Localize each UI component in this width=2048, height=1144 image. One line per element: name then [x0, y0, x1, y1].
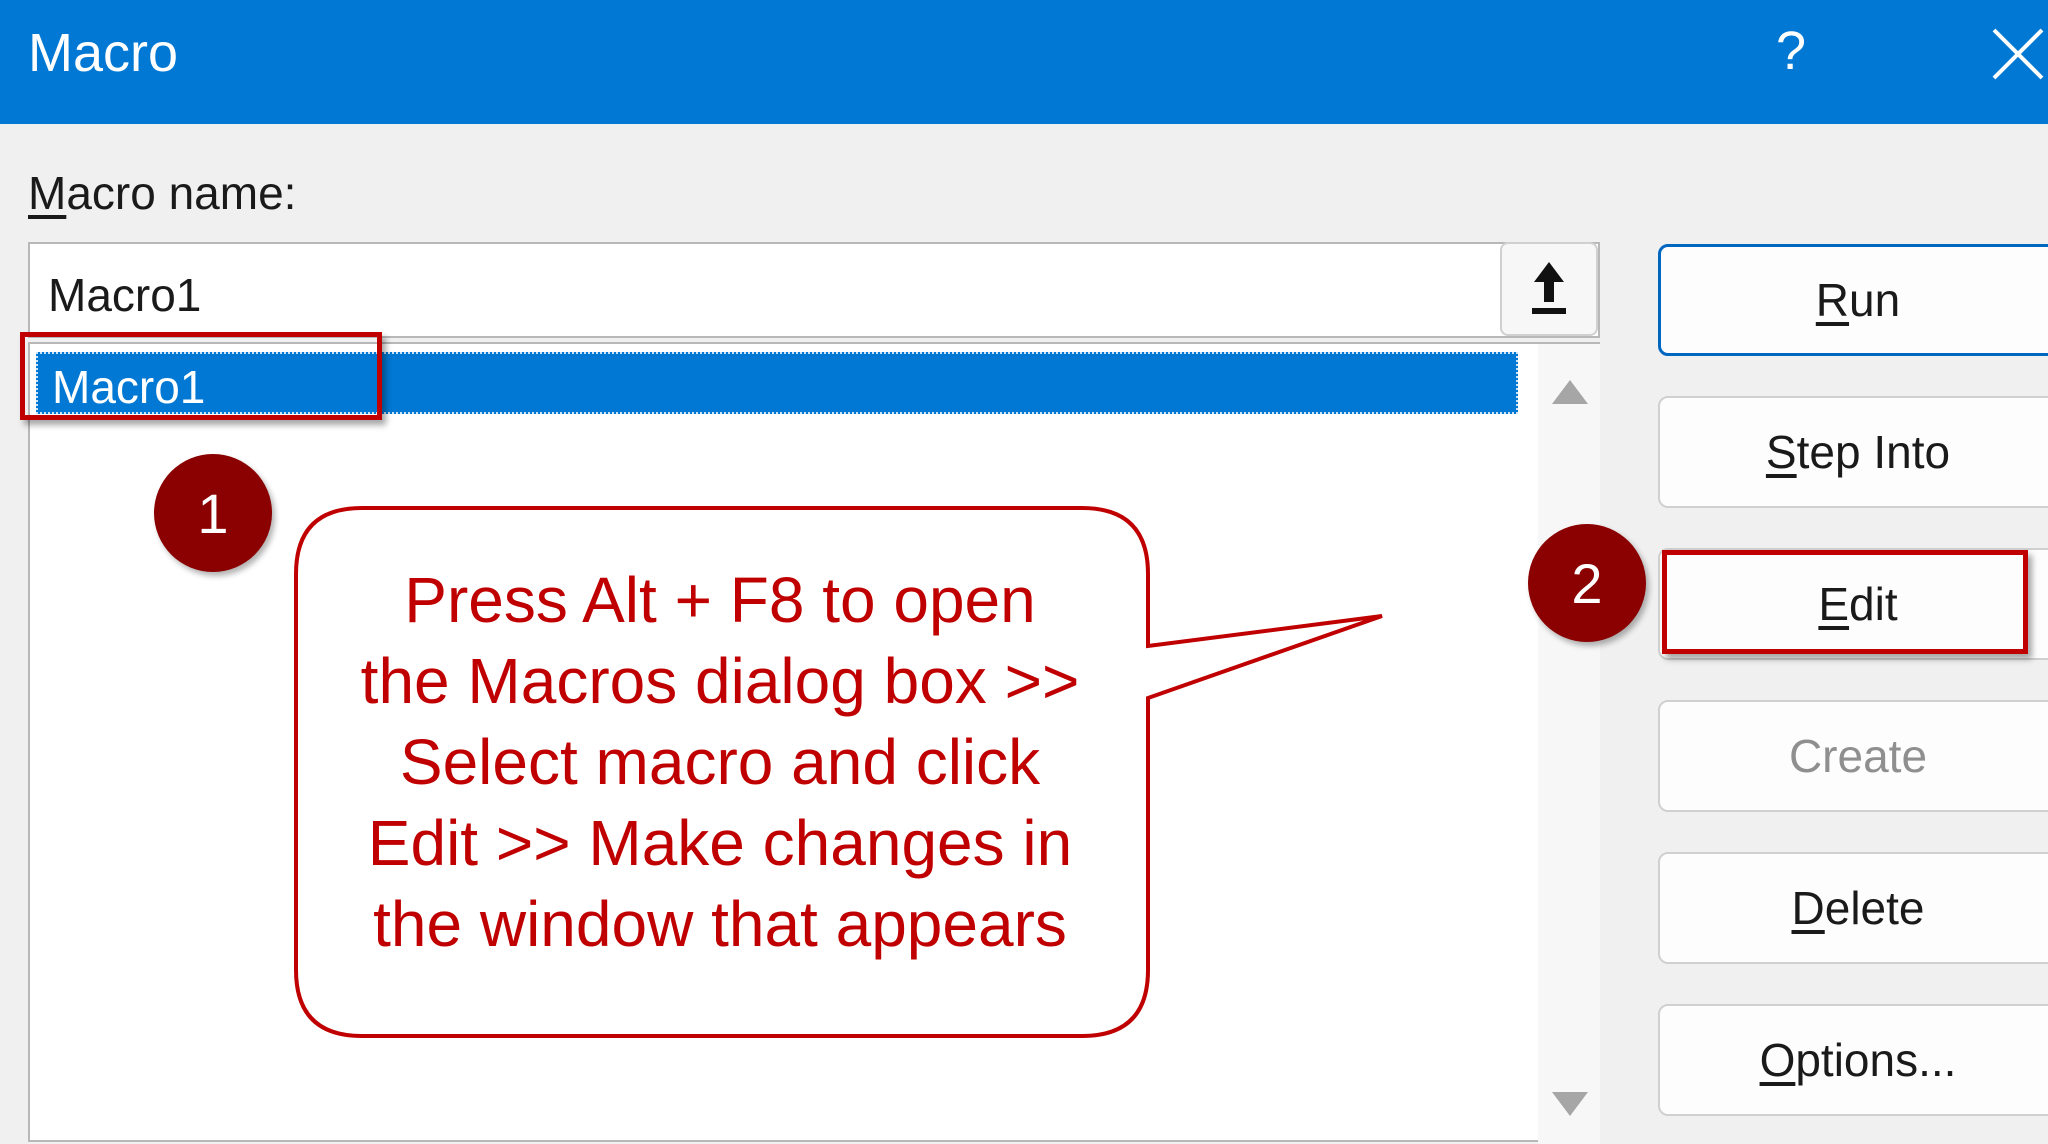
button-label-rest: un	[1849, 274, 1901, 326]
callout-line: Select macro and click	[399, 726, 1041, 798]
callout-line: the window that appears	[373, 888, 1067, 960]
button-mnemonic: D	[1791, 882, 1825, 934]
callout-text: Press Alt + F8 to open the Macros dialog…	[300, 560, 1140, 965]
button-label-rest: tep Into	[1796, 426, 1951, 478]
run-button[interactable]: Run	[1658, 244, 2048, 356]
create-button[interactable]: Create	[1658, 700, 2048, 812]
delete-button[interactable]: Delete	[1658, 852, 2048, 964]
options-button[interactable]: Options...	[1658, 1004, 2048, 1116]
edit-button-highlight	[1662, 550, 2028, 654]
button-label-rest: elete	[1824, 882, 1925, 934]
step-1-badge: 1	[154, 454, 272, 572]
callout-line: Edit >> Make changes in	[367, 807, 1073, 879]
button-mnemonic: R	[1815, 274, 1850, 326]
callout-line: the Macros dialog box >>	[360, 645, 1080, 717]
step-into-button[interactable]: Step Into	[1658, 396, 2048, 508]
button-label-rest: ptions...	[1795, 1034, 1957, 1086]
button-mnemonic: S	[1765, 426, 1797, 478]
callout-line: Press Alt + F8 to open	[404, 564, 1036, 636]
button-mnemonic: O	[1759, 1034, 1796, 1086]
step-2-badge: 2	[1528, 524, 1646, 642]
